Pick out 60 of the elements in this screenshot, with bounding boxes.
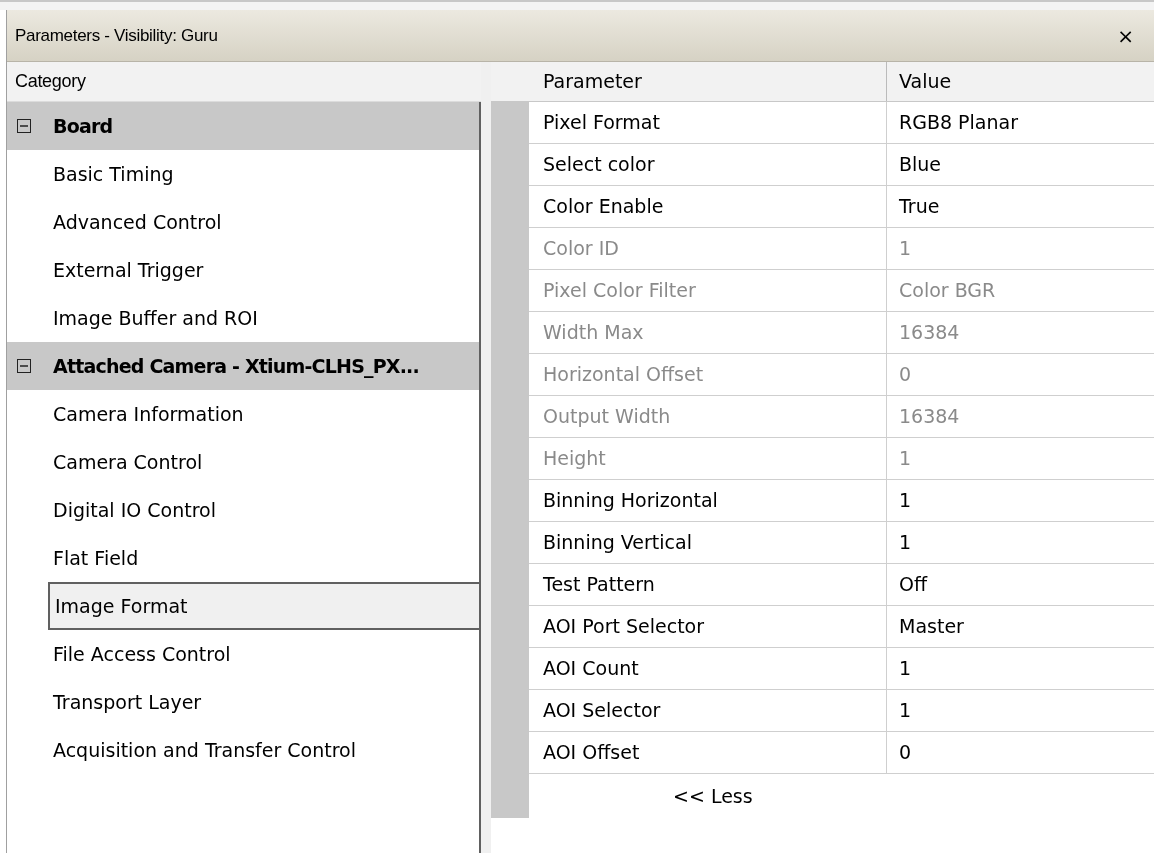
- parameter-name-cell: Height: [529, 438, 887, 479]
- tree-item[interactable]: Acquisition and Transfer Control: [7, 726, 479, 774]
- column-header[interactable]: Parameter: [543, 67, 642, 96]
- parameter-value-cell[interactable]: RGB8 Planar: [887, 102, 1154, 143]
- table-row[interactable]: Binning Horizontal 1: [529, 480, 1154, 522]
- table-row[interactable]: Binning Vertical 1: [529, 522, 1154, 564]
- column-header-label: Category: [15, 70, 86, 93]
- column-header[interactable]: Value: [899, 70, 952, 93]
- tree-item[interactable]: Advanced Control: [7, 198, 479, 246]
- collapse-icon[interactable]: [17, 119, 31, 133]
- parameter-name-cell: Pixel Color Filter: [529, 270, 887, 311]
- parameter-name-cell: AOI Count: [529, 648, 887, 689]
- parameter-name-cell: Pixel Format: [529, 102, 887, 143]
- table-row[interactable]: AOI Port Selector Master: [529, 606, 1154, 648]
- parameter-name-cell: AOI Selector: [529, 690, 887, 731]
- window-title: Parameters - Visibility: Guru: [15, 24, 218, 47]
- parameter-value-cell[interactable]: Master: [887, 606, 1154, 647]
- tree-item[interactable]: File Access Control: [7, 630, 479, 678]
- less-button[interactable]: << Less: [673, 781, 753, 811]
- parameter-value-cell[interactable]: 1: [887, 480, 1154, 521]
- parameter-name-cell: Color Enable: [529, 186, 887, 227]
- tree-group-header[interactable]: Attached Camera - Xtium-CLHS_PX...: [7, 342, 479, 390]
- tree-item[interactable]: Image Format: [48, 582, 481, 630]
- parameter-value-cell[interactable]: Blue: [887, 144, 1154, 185]
- parameter-value-cell[interactable]: True: [887, 186, 1154, 227]
- parameter-name-cell: Horizontal Offset: [529, 354, 887, 395]
- parameter-name-cell: Width Max: [529, 312, 887, 353]
- tree-item[interactable]: Basic Timing: [7, 150, 479, 198]
- parameter-value-cell[interactable]: Off: [887, 564, 1154, 605]
- tree-item[interactable]: Transport Layer: [7, 678, 479, 726]
- tree-group-label: Attached Camera - Xtium-CLHS_PX...: [53, 353, 419, 380]
- parameter-value-cell[interactable]: 1: [887, 522, 1154, 563]
- tree-item[interactable]: Camera Information: [7, 390, 479, 438]
- table-row[interactable]: Test Pattern Off: [529, 564, 1154, 606]
- tree-item[interactable]: Camera Control: [7, 438, 479, 486]
- tree-group-label: Board: [53, 113, 113, 139]
- parameter-name-cell: Test Pattern: [529, 564, 887, 605]
- parameter-name-cell: AOI Offset: [529, 732, 887, 773]
- parameter-name-cell: Select color: [529, 144, 887, 185]
- tree-item[interactable]: Flat Field: [7, 534, 479, 582]
- parameter-name-cell: Color ID: [529, 228, 887, 269]
- parameter-name-cell: Binning Horizontal: [529, 480, 887, 521]
- parameter-name-cell: Output Width: [529, 396, 887, 437]
- table-row[interactable]: Pixel Format RGB8 Planar: [529, 102, 1154, 144]
- collapse-icon[interactable]: [17, 359, 31, 373]
- tree-group-header[interactable]: Board: [7, 102, 479, 150]
- table-row[interactable]: AOI Selector 1: [529, 690, 1154, 732]
- tree-item[interactable]: Digital IO Control: [7, 486, 479, 534]
- parameter-value-cell[interactable]: 1: [887, 648, 1154, 689]
- parameter-value-cell[interactable]: 0: [887, 732, 1154, 773]
- parameter-name-cell: AOI Port Selector: [529, 606, 887, 647]
- parameter-name-cell: Binning Vertical: [529, 522, 887, 563]
- close-button[interactable]: ×: [1113, 25, 1138, 46]
- table-row[interactable]: Color Enable True: [529, 186, 1154, 228]
- tree-item[interactable]: Image Buffer and ROI: [7, 294, 479, 342]
- parameter-value-cell[interactable]: 1: [887, 690, 1154, 731]
- table-row[interactable]: AOI Offset 0: [529, 732, 1154, 774]
- table-row[interactable]: Select color Blue: [529, 144, 1154, 186]
- table-row[interactable]: AOI Count 1: [529, 648, 1154, 690]
- tree-item[interactable]: External Trigger: [7, 246, 479, 294]
